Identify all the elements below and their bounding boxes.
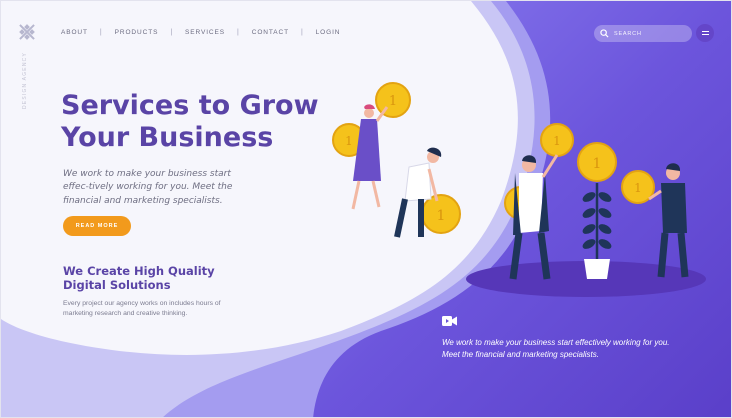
nav-item-products[interactable]: PRODUCTS (115, 29, 159, 36)
nav-separator: | (170, 29, 174, 36)
feature-title: We Create High Quality Digital Solutions (63, 264, 223, 292)
money-plant (582, 183, 612, 279)
panel-description: We work to make your business start effe… (442, 337, 682, 360)
feature-title-line1: We Create High Quality (63, 264, 215, 278)
nav-item-about[interactable]: ABOUT (61, 29, 88, 36)
top-nav: ABOUT | PRODUCTS | SERVICES | CONTACT | … (61, 29, 340, 36)
hamburger-icon (701, 34, 709, 36)
read-more-button[interactable]: READ MORE (63, 216, 131, 236)
coin-label: 1 (634, 181, 642, 195)
coin-label: 1 (553, 134, 561, 148)
search-box[interactable] (594, 25, 692, 42)
coin-label: 1 (593, 156, 602, 172)
feature-title-line2: Digital Solutions (63, 278, 171, 292)
brand-tagline: DESIGN AGENCY (22, 52, 28, 109)
coin-label: 1 (437, 208, 446, 224)
coin: 1 (577, 142, 617, 182)
coin: 1 (421, 194, 461, 234)
page-title: Services to Grow Your Business (61, 90, 321, 154)
coin-label: 1 (389, 94, 397, 109)
nav-separator: | (99, 29, 103, 36)
hamburger-icon (701, 30, 709, 32)
page-title-line2: Your Business (61, 122, 274, 153)
coin-label: 1 (345, 134, 353, 148)
nav-item-login[interactable]: LOGIN (316, 29, 341, 36)
nav-separator: | (237, 29, 240, 36)
search-icon[interactable] (600, 29, 609, 38)
page-title-line1: Services to Grow (61, 90, 319, 121)
snowflake-logo-icon[interactable] (16, 21, 38, 43)
landing-page: 1 1 1 1 1 1 1 (0, 0, 732, 418)
nav-separator: | (300, 29, 304, 36)
feature-description: Every project our agency works on includ… (63, 300, 221, 317)
nav-item-contact[interactable]: CONTACT (252, 29, 289, 36)
panel-description-line1: We work to make your business start effe… (442, 338, 670, 347)
hero-description: We work to make your business start effe… (63, 169, 233, 206)
coin: 1 (375, 82, 411, 118)
hamburger-menu-button[interactable] (696, 24, 714, 42)
coin: 1 (540, 123, 574, 157)
video-camera-icon[interactable] (442, 315, 457, 327)
panel-description-line2: Meet the financial and marketing special… (442, 349, 599, 359)
nav-item-services[interactable]: SERVICES (185, 29, 225, 36)
search-input[interactable] (614, 30, 682, 37)
